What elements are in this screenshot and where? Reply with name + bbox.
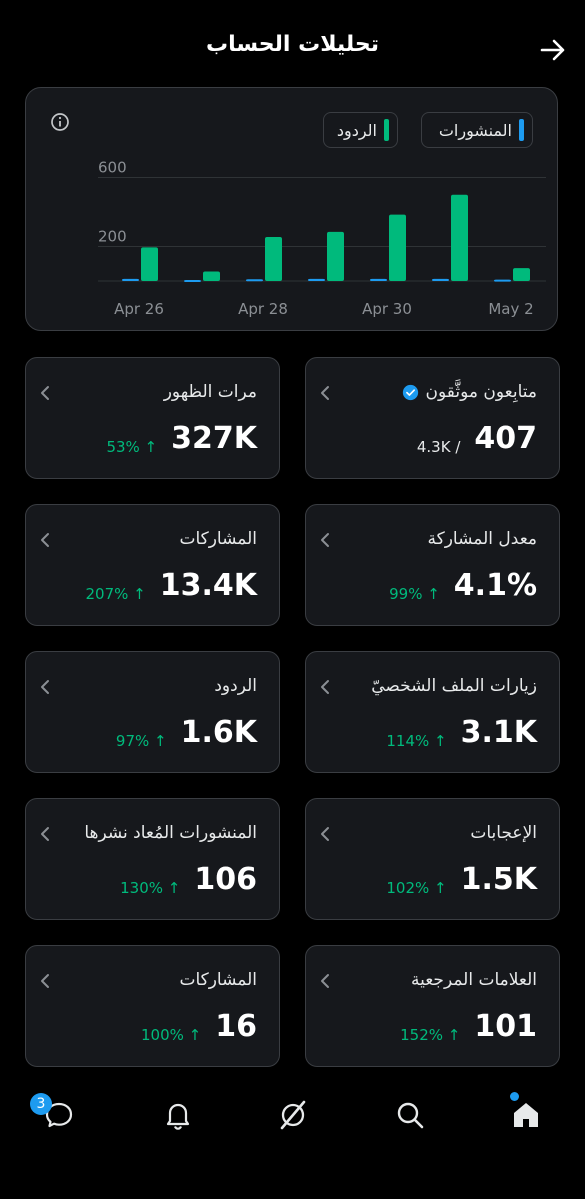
- verified-badge-icon: [403, 384, 419, 400]
- metric-delta: 100% ↑: [141, 1026, 202, 1044]
- metric-card[interactable]: الإعجابات 1.5K 102% ↑: [305, 798, 560, 920]
- metric-delta: 207% ↑: [85, 585, 146, 603]
- metric-label: المنشورات المُعاد نشرها: [84, 823, 257, 843]
- metric-label: الإعجابات: [470, 823, 537, 843]
- bar-replies[interactable]: [203, 271, 220, 281]
- metric-delta: 130% ↑: [120, 879, 181, 897]
- bottom-nav: [0, 1085, 585, 1145]
- chart-card: المنشورات الردود 600 200 Apr 26 Apr 28 Apr 3…: [25, 87, 558, 331]
- metric-label-text: المنشورات المُعاد نشرها: [84, 823, 257, 843]
- bar-posts[interactable]: [432, 278, 449, 281]
- bar-chart: 600 200 Apr 26 Apr 28 Apr 30 May 2: [98, 159, 546, 318]
- y-tick-label: 600: [98, 159, 127, 177]
- home-indicator-dot: [510, 1092, 519, 1101]
- page-title: تحليلات الحساب: [206, 32, 379, 57]
- home-icon: [514, 1103, 538, 1127]
- metric-label-text: المشاركات: [179, 970, 257, 990]
- metric-value: 106: [194, 862, 257, 897]
- bar-replies[interactable]: [265, 237, 282, 281]
- back-button[interactable]: [539, 36, 567, 64]
- bar-replies[interactable]: [327, 231, 344, 281]
- metric-card[interactable]: المشاركات 16 100% ↑: [25, 945, 280, 1067]
- metric-total: 4.3K /: [416, 438, 461, 456]
- chevron-left-icon: [321, 974, 329, 988]
- bar-posts[interactable]: [122, 278, 139, 281]
- metric-value: 101: [474, 1009, 537, 1044]
- bar-replies[interactable]: [451, 194, 468, 281]
- metric-label: المشاركات: [179, 529, 257, 549]
- chevron-left-icon: [321, 827, 329, 841]
- metric-label-text: مرات الظهور: [163, 382, 257, 402]
- metric-card[interactable]: زيارات الملف الشخصيّ 3.1K 114% ↑: [305, 651, 560, 773]
- metric-card[interactable]: مرات الظهور 327K 53% ↑: [25, 357, 280, 479]
- bar-posts[interactable]: [184, 279, 201, 282]
- chevron-left-icon: [321, 386, 329, 400]
- chevron-left-icon: [321, 533, 329, 547]
- header: تحليلات الحساب: [0, 0, 585, 100]
- messages-badge: 3: [30, 1093, 52, 1115]
- metric-value: 4.1%: [453, 568, 537, 603]
- metric-label-text: الإعجابات: [470, 823, 537, 843]
- metric-value: 1.5K: [460, 862, 537, 897]
- metric-label-text: المشاركات: [179, 529, 257, 549]
- metric-label: الردود: [214, 676, 257, 696]
- metric-value: 407: [474, 421, 537, 456]
- y-tick-label: 200: [98, 228, 127, 246]
- bar-posts[interactable]: [308, 278, 325, 281]
- metric-delta: 53% ↑: [106, 438, 158, 456]
- nav-grok[interactable]: [273, 1095, 313, 1135]
- metric-value: 1.6K: [180, 715, 257, 750]
- chevron-left-icon: [41, 386, 49, 400]
- metric-label: معدل المشاركة: [428, 529, 537, 549]
- metric-delta: 99% ↑: [389, 585, 440, 603]
- metric-value: 13.4K: [159, 568, 257, 603]
- metric-card[interactable]: العلامات المرجعية 101 152% ↑: [305, 945, 560, 1067]
- metric-label-text: متابِعون موثَّقون: [425, 382, 537, 402]
- bar-replies[interactable]: [513, 268, 530, 281]
- metric-label: العلامات المرجعية: [411, 970, 537, 990]
- metric-value: 327K: [171, 421, 257, 456]
- metric-delta: 97% ↑: [115, 732, 167, 750]
- chevron-left-icon: [41, 533, 49, 547]
- metric-label-text: العلامات المرجعية: [410, 970, 537, 990]
- bar-posts[interactable]: [494, 279, 511, 282]
- metric-delta: 114% ↑: [386, 732, 447, 750]
- notifications-icon: [166, 1103, 190, 1130]
- metric-card[interactable]: متابِعون موثَّقون 407 4.3K /: [305, 357, 560, 479]
- metric-card[interactable]: المنشورات المُعاد نشرها 106 130% ↑: [25, 798, 280, 920]
- nav-search[interactable]: [390, 1095, 430, 1135]
- metric-card[interactable]: الردود 1.6K 97% ↑: [25, 651, 280, 773]
- metric-value: 16: [215, 1009, 257, 1044]
- x-tick-label: May 2: [488, 300, 533, 318]
- search-icon: [397, 1102, 424, 1129]
- metric-label-text: الردود: [214, 676, 257, 696]
- x-tick-label: Apr 26: [114, 300, 164, 318]
- metric-delta: 152% ↑: [400, 1026, 461, 1044]
- grok-icon: [280, 1100, 306, 1130]
- chevron-left-icon: [41, 974, 49, 988]
- x-tick-label: Apr 30: [362, 300, 412, 318]
- bar-posts[interactable]: [370, 278, 387, 281]
- nav-notifications[interactable]: [158, 1095, 198, 1135]
- metric-label-text: زيارات الملف الشخصيّ: [371, 676, 537, 696]
- arrow-right-icon: [540, 39, 565, 61]
- nav-home[interactable]: [506, 1095, 546, 1135]
- chevron-left-icon: [41, 827, 49, 841]
- bar-replies[interactable]: [389, 214, 406, 281]
- bar-replies[interactable]: [141, 247, 158, 281]
- chevron-left-icon: [321, 680, 329, 694]
- metric-delta: 102% ↑: [386, 879, 447, 897]
- metric-label: متابِعون موثَّقون: [402, 382, 537, 402]
- metric-card[interactable]: المشاركات 13.4K 207% ↑: [25, 504, 280, 626]
- metric-value: 3.1K: [460, 715, 537, 750]
- metric-label: زيارات الملف الشخصيّ: [371, 676, 537, 696]
- metric-label: المشاركات: [179, 970, 257, 990]
- x-tick-label: Apr 28: [238, 300, 288, 318]
- metric-label-text: معدل المشاركة: [427, 529, 537, 549]
- chevron-left-icon: [41, 680, 49, 694]
- metric-card[interactable]: معدل المشاركة 4.1% 99% ↑: [305, 504, 560, 626]
- bar-posts[interactable]: [246, 279, 263, 282]
- metric-label: مرات الظهور: [164, 382, 257, 402]
